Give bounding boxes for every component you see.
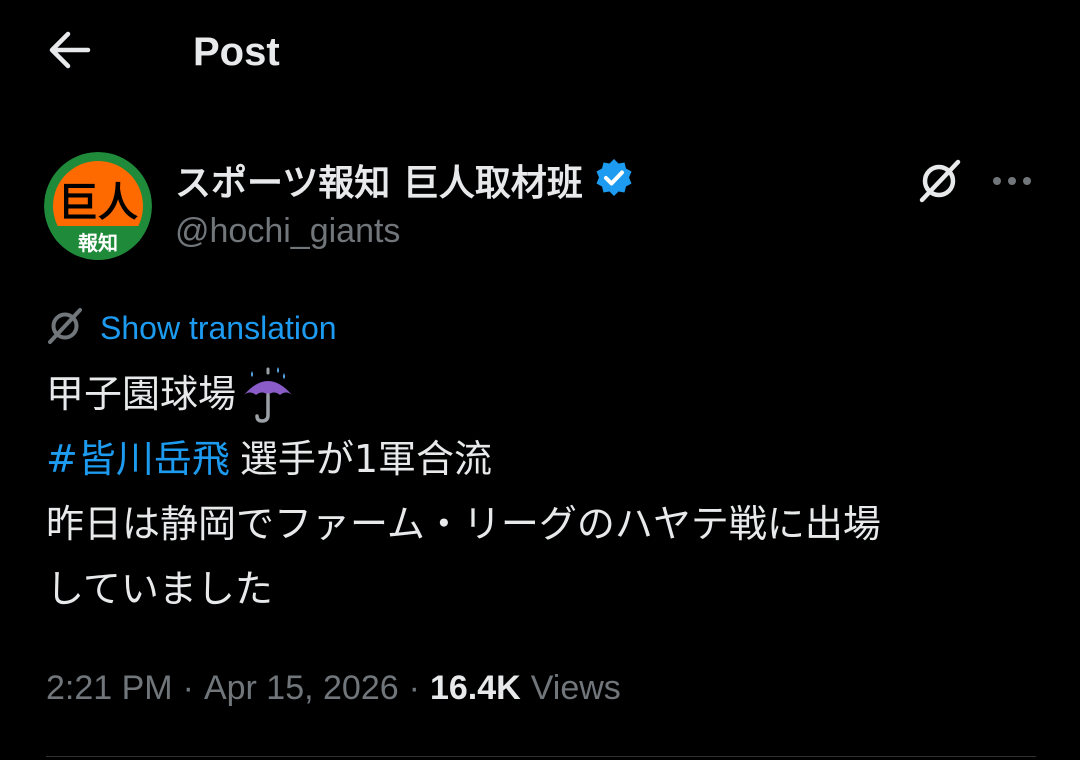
post-meta: 2:21 PM · Apr 15, 2026 · 16.4K Views [46,666,621,710]
more-options-button[interactable] [985,156,1039,210]
divider [46,756,1036,757]
page-title: Post [193,30,280,74]
avatar-top-text: 巨人 [58,180,138,226]
tweet-line-1-text: 甲子園球場 [46,372,237,416]
avatar-bottom-text: 報知 [78,231,118,255]
hashtag-link[interactable]: #皆川岳飛 [46,427,230,492]
tweet-line-2: #皆川岳飛 選手が1軍合流 [46,427,1046,492]
display-name: スポーツ報知 巨人取材班 [175,163,583,204]
tweet-line-1: 甲子園球場 [46,362,1046,427]
tweet-text: 甲子園球場 #皆川岳飛 選手が1軍合流 昨日は静岡でファーム・リーグのハヤテ戦に… [46,362,1046,622]
grok-icon [46,307,84,350]
meta-separator: · [182,668,194,707]
show-translation-button[interactable]: Show translation [46,306,337,350]
tweet-line-3: 昨日は静岡でファーム・リーグのハヤテ戦に出場 [46,492,1046,557]
tweet-line-4: していました [46,557,1046,622]
tweet-line-2-text: 選手が1軍合流 [239,437,493,481]
post-date[interactable]: Apr 15, 2026 [204,669,399,708]
tweet-line-4-text: していました [46,567,273,611]
post-author: 巨人 報知 スポーツ報知 巨人取材班 @hochi_giants [0,140,1080,270]
top-bar: Post [0,0,1080,100]
back-button[interactable] [40,28,100,76]
more-horizontal-icon [991,174,1033,192]
arrow-left-icon [48,30,92,75]
views-label[interactable]: Views [531,669,621,708]
meta-separator: · [408,668,420,707]
avatar[interactable]: 巨人 報知 [44,152,152,260]
grok-button[interactable] [912,156,966,210]
views-count[interactable]: 16.4K [430,669,521,708]
umbrella-rain-icon [238,365,298,425]
show-translation-label: Show translation [100,309,337,346]
verified-badge-icon [593,157,635,204]
grok-icon [916,158,962,209]
user-handle[interactable]: @hochi_giants [175,212,400,251]
tweet-line-3-text: 昨日は静岡でファーム・リーグのハヤテ戦に出場 [46,502,881,546]
post-time[interactable]: 2:21 PM [46,669,173,708]
display-name-link[interactable]: スポーツ報知 巨人取材班 [175,157,635,204]
